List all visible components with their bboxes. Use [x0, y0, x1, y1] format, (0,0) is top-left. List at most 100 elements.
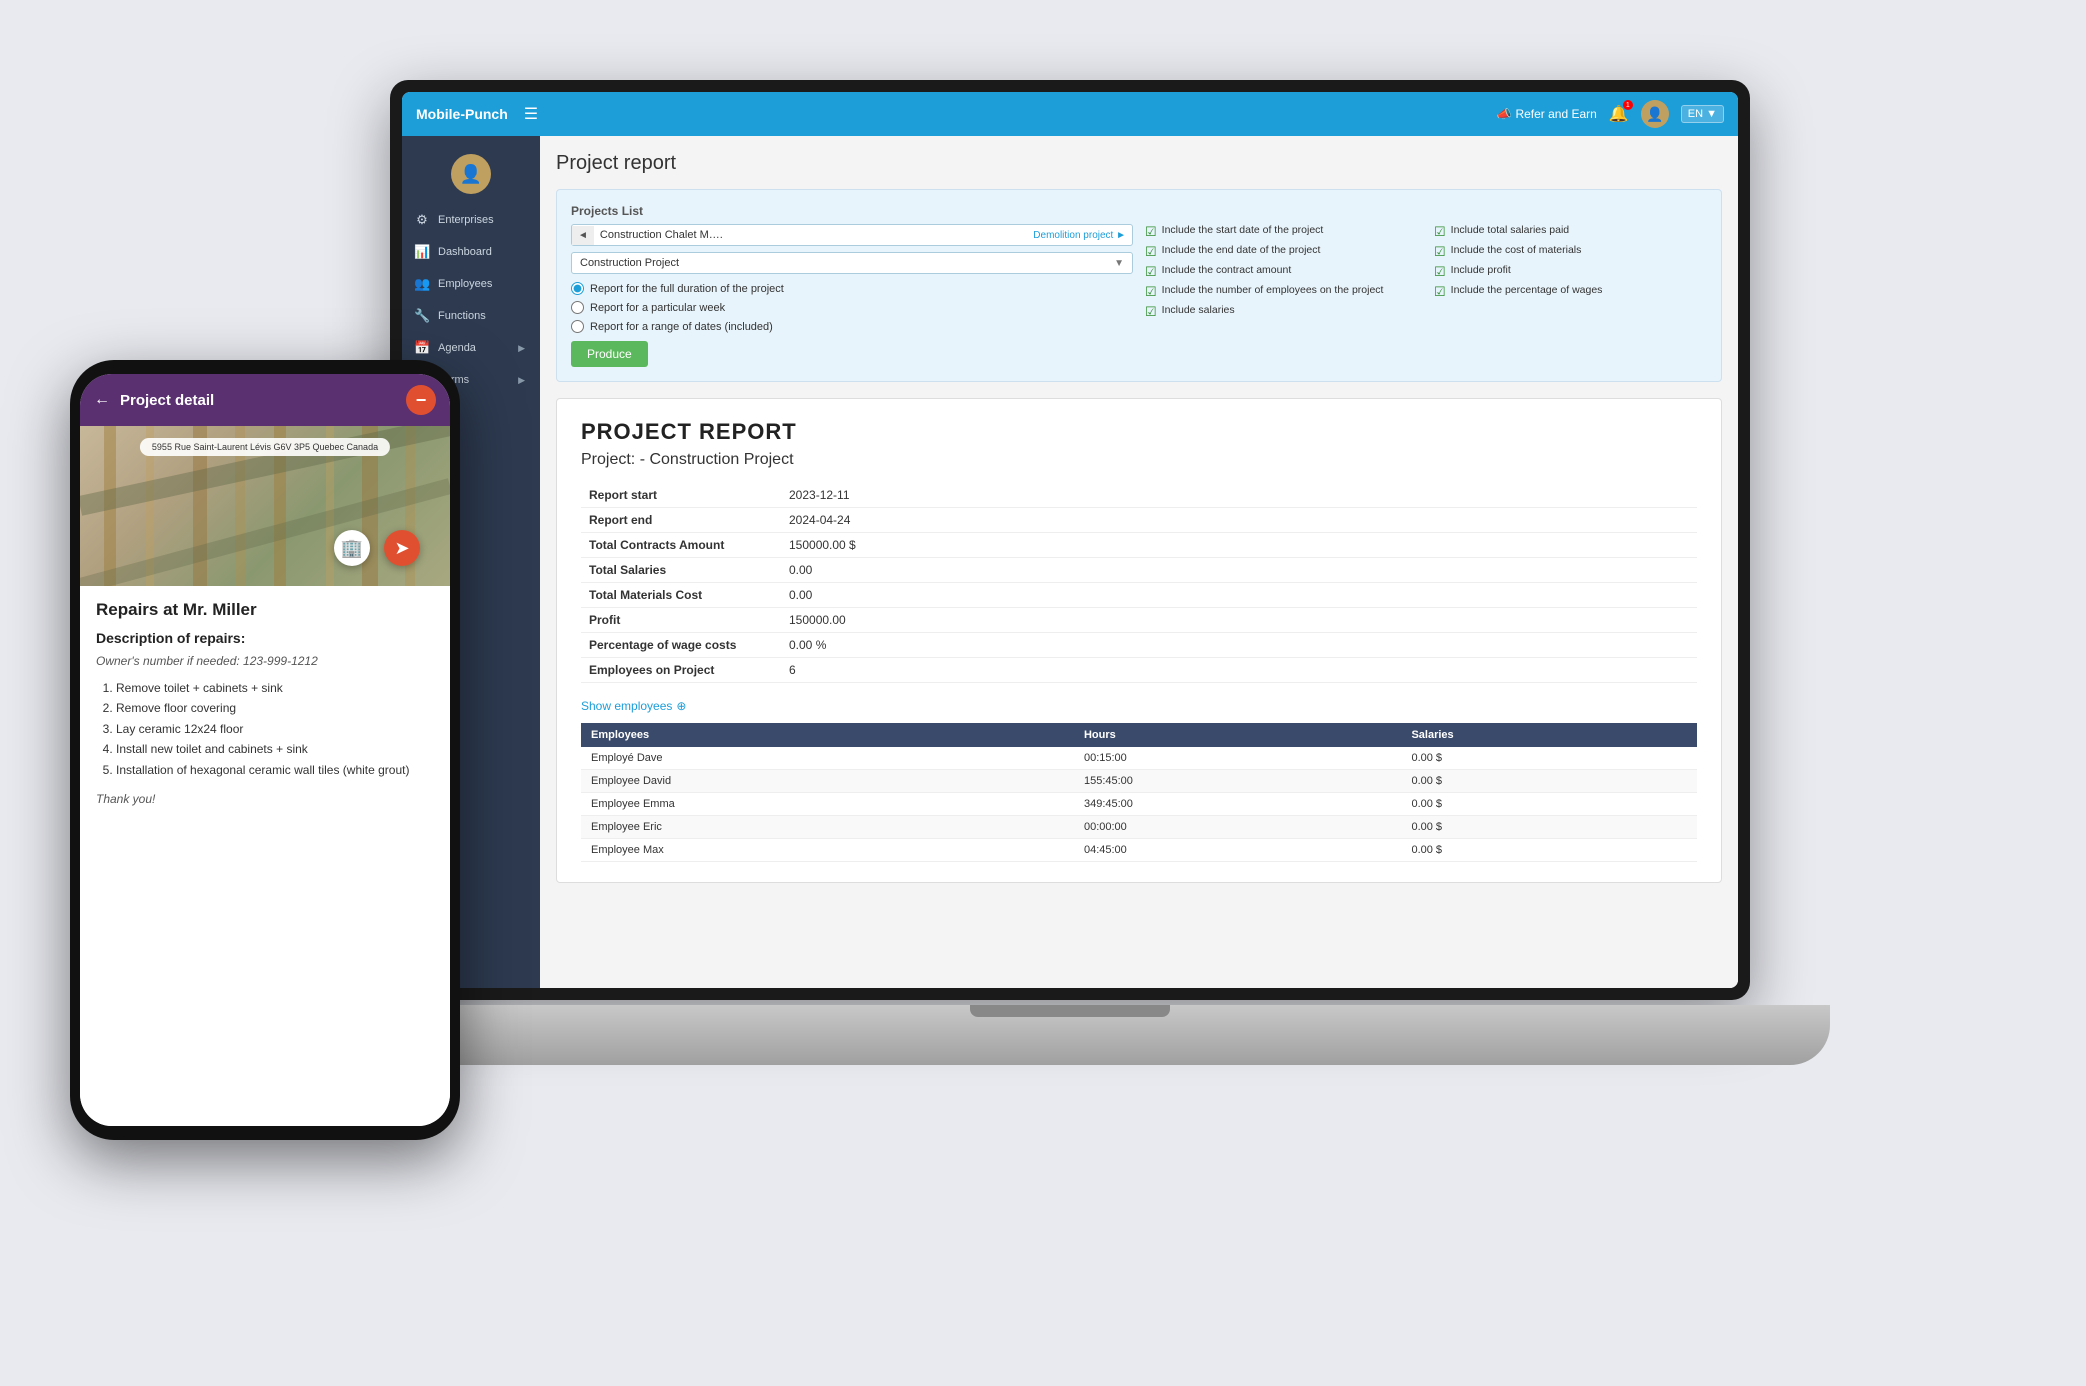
phone-owner-note: Owner's number if needed: 123-999-1212 [96, 654, 434, 668]
report-summary-table: Report start 2023-12-11 Report end 2024-… [581, 483, 1697, 683]
user-avatar[interactable]: 👤 [1641, 100, 1669, 128]
employee-salaries: 0.00 $ [1401, 747, 1697, 770]
table-row: Employees on Project 6 [581, 658, 1697, 683]
notification-button[interactable]: 🔔 1 [1609, 104, 1629, 124]
config-grid: ◄ Construction Chalet M…. Demolition pro… [571, 224, 1707, 367]
sidebar-item-functions[interactable]: 🔧 Functions [402, 300, 540, 332]
phone-repair-list: Remove toilet + cabinets + sink Remove f… [96, 678, 434, 780]
phone-address-badge: 5955 Rue Saint-Laurent Lévis G6V 3P5 Que… [140, 438, 390, 456]
radio-particular-week[interactable]: Report for a particular week [571, 301, 1133, 314]
project-selector-name: Construction Chalet M…. [594, 225, 1027, 245]
project-nav-left[interactable]: ◄ [572, 226, 594, 245]
sidebar-avatar[interactable]: 👤 [451, 154, 491, 194]
main-layout: 👤 ⚙ Enterprises 📊 Dashboard 👥 Emplo [402, 136, 1738, 988]
row-value: 0.00 [781, 558, 1697, 583]
row-label: Total Materials Cost [581, 583, 781, 608]
phone-screen: ← Project detail − [80, 374, 450, 1126]
checkbox-contract-amount[interactable]: ☑ Include the contract amount [1145, 264, 1418, 280]
table-row: Employee David 155:45:00 0.00 $ [581, 770, 1697, 793]
checkbox-num-employees[interactable]: ☑ Include the number of employees on the… [1145, 284, 1418, 300]
phone-map-brand-icon[interactable]: 🏢 [334, 530, 370, 566]
col-salaries: Salaries [1401, 723, 1697, 747]
row-label: Total Contracts Amount [581, 533, 781, 558]
enterprises-icon: ⚙ [414, 212, 430, 228]
sidebar-item-label: Dashboard [438, 246, 525, 258]
phone-repair-title: Repairs at Mr. Miller [96, 600, 434, 620]
produce-button[interactable]: Produce [571, 341, 648, 367]
checkbox-salaries[interactable]: ☑ Include salaries [1145, 304, 1418, 320]
phone-top-bar: ← Project detail − [80, 374, 450, 426]
laptop-frame: Mobile-Punch ☰ 📣 Refer and Earn 🔔 1 👤 [390, 80, 1950, 1180]
row-value: 2024-04-24 [781, 508, 1697, 533]
checkbox-start-date-label: Include the start date of the project [1162, 224, 1324, 236]
table-header-row: Employees Hours Salaries [581, 723, 1697, 747]
phone-minus-button[interactable]: − [406, 385, 436, 415]
list-item: Lay ceramic 12x24 floor [116, 719, 434, 739]
checkbox-pct-wages-label: Include the percentage of wages [1451, 284, 1603, 296]
sidebar-item-label: Agenda [438, 342, 510, 354]
laptop-screen: Mobile-Punch ☰ 📣 Refer and Earn 🔔 1 👤 [402, 92, 1738, 988]
employees-icon: 👥 [414, 276, 430, 292]
row-label: Report start [581, 483, 781, 508]
hamburger-icon[interactable]: ☰ [524, 104, 538, 124]
phone-thanks: Thank you! [96, 792, 434, 806]
laptop-bezel: Mobile-Punch ☰ 📣 Refer and Earn 🔔 1 👤 [390, 80, 1750, 1000]
checkbox-pct-wages[interactable]: ☑ Include the percentage of wages [1434, 284, 1707, 300]
checkbox-checked-icon: ☑ [1434, 284, 1446, 300]
phone-content: Repairs at Mr. Miller Description of rep… [80, 586, 450, 1126]
radio-range-dates[interactable]: Report for a range of dates (included) [571, 320, 1133, 333]
checkbox-total-salaries[interactable]: ☑ Include total salaries paid [1434, 224, 1707, 240]
table-row: Employee Eric 00:00:00 0.00 $ [581, 816, 1697, 839]
project-selector[interactable]: ◄ Construction Chalet M…. Demolition pro… [571, 224, 1133, 246]
language-selector[interactable]: EN ▼ [1681, 105, 1724, 123]
employee-hours: 349:45:00 [1074, 793, 1402, 816]
checkbox-total-salaries-label: Include total salaries paid [1451, 224, 1570, 236]
row-label: Profit [581, 608, 781, 633]
table-row: Report start 2023-12-11 [581, 483, 1697, 508]
row-label: Percentage of wage costs [581, 633, 781, 658]
sidebar-item-dashboard[interactable]: 📊 Dashboard [402, 236, 540, 268]
sidebar-item-employees[interactable]: 👥 Employees [402, 268, 540, 300]
dropdown-arrow-icon: ▼ [1114, 258, 1124, 269]
report-config-card: Projects List ◄ Construction Chalet M…. … [556, 189, 1722, 382]
row-value: 150000.00 $ [781, 533, 1697, 558]
checkbox-checked-icon: ☑ [1145, 304, 1157, 320]
sidebar-item-label: Enterprises [438, 214, 525, 226]
checkbox-profit-label: Include profit [1451, 264, 1511, 276]
checkbox-checked-icon: ☑ [1434, 264, 1446, 280]
table-row: Employee Emma 349:45:00 0.00 $ [581, 793, 1697, 816]
content-area: Project report Projects List ◄ Construct… [540, 136, 1738, 988]
radio-full-duration-label: Report for the full duration of the proj… [590, 283, 784, 295]
checkbox-cost-materials[interactable]: ☑ Include the cost of materials [1434, 244, 1707, 260]
show-employees-toggle[interactable]: Show employees ⊕ [581, 699, 1697, 713]
table-row: Total Contracts Amount 150000.00 $ [581, 533, 1697, 558]
list-item: Installation of hexagonal ceramic wall t… [116, 760, 434, 780]
show-employees-label: Show employees [581, 699, 672, 713]
dashboard-icon: 📊 [414, 244, 430, 260]
employees-table: Employees Hours Salaries Employé Dave 00… [581, 723, 1697, 862]
phone-navigate-icon[interactable]: ➤ [384, 530, 420, 566]
agenda-icon: 📅 [414, 340, 430, 356]
checkbox-profit[interactable]: ☑ Include profit [1434, 264, 1707, 280]
radio-full-duration[interactable]: Report for the full duration of the proj… [571, 282, 1133, 295]
checkbox-checked-icon: ☑ [1434, 224, 1446, 240]
project-dropdown[interactable]: Construction Project ▼ [571, 252, 1133, 274]
phone-back-button[interactable]: ← [94, 391, 110, 409]
sidebar-item-enterprises[interactable]: ⚙ Enterprises [402, 204, 540, 236]
checkbox-checked-icon: ☑ [1434, 244, 1446, 260]
table-row: Employé Dave 00:15:00 0.00 $ [581, 747, 1697, 770]
checkbox-checked-icon: ☑ [1145, 244, 1157, 260]
employee-name: Employee Max [581, 839, 1074, 862]
row-value: 0.00 [781, 583, 1697, 608]
project-demolition-tag[interactable]: Demolition project ► [1027, 226, 1132, 245]
phone-screen-title: Project detail [120, 392, 396, 409]
sidebar-item-agenda[interactable]: 📅 Agenda ▶ [402, 332, 540, 364]
checkbox-start-date[interactable]: ☑ Include the start date of the project [1145, 224, 1418, 240]
employee-name: Employee Emma [581, 793, 1074, 816]
refer-earn-button[interactable]: 📣 Refer and Earn [1497, 107, 1597, 121]
laptop-base [310, 1005, 1830, 1065]
table-row: Percentage of wage costs 0.00 % [581, 633, 1697, 658]
notification-badge: 1 [1623, 100, 1633, 110]
report-output: PROJECT REPORT Project: - Construction P… [556, 398, 1722, 883]
checkbox-end-date[interactable]: ☑ Include the end date of the project [1145, 244, 1418, 260]
